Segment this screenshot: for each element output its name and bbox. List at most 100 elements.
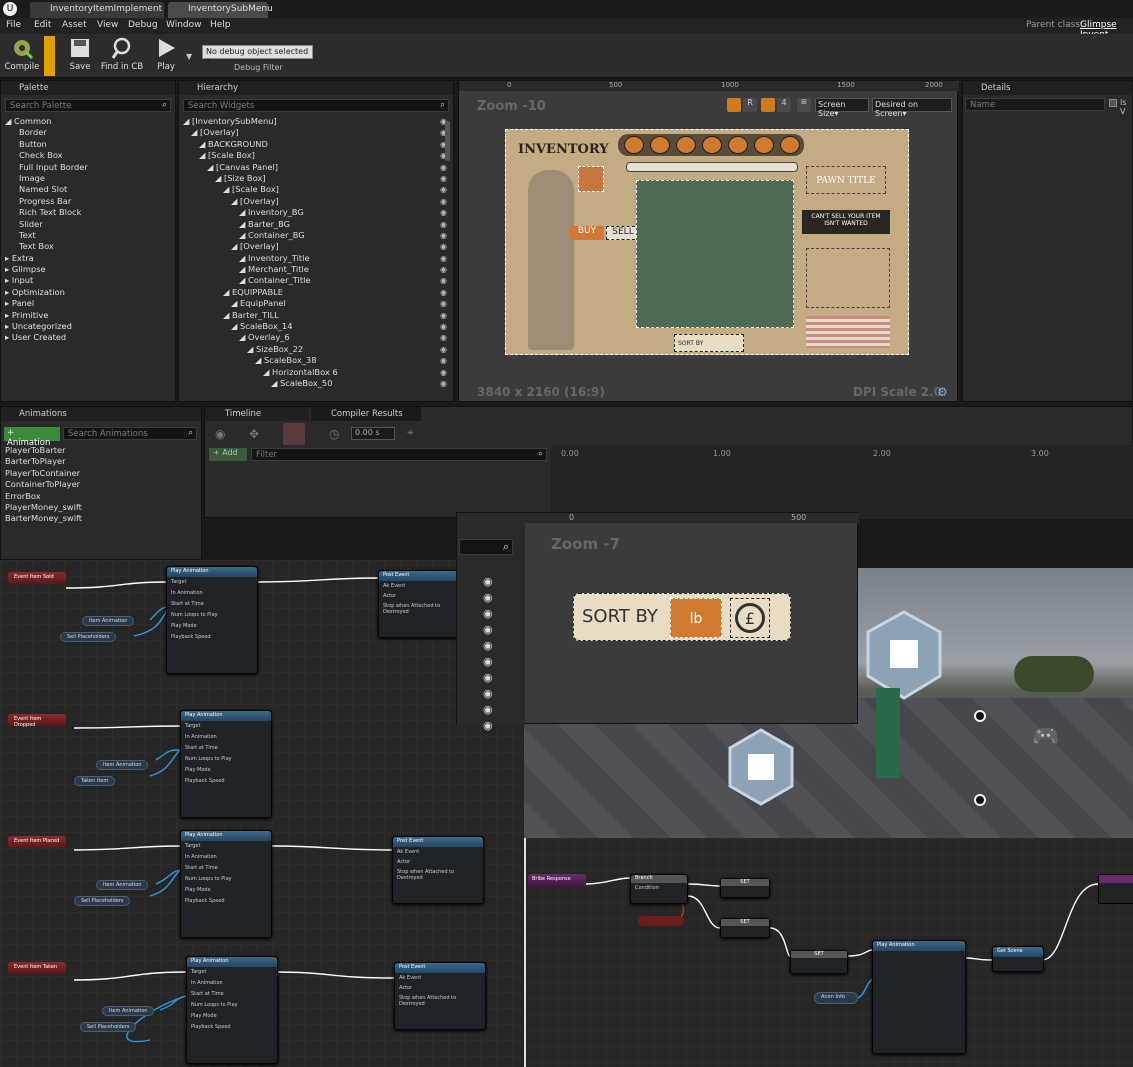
time-input[interactable]: 0.00 s: [351, 427, 395, 440]
palette-item[interactable]: Text: [5, 230, 175, 241]
snap-icon[interactable]: ⌖: [407, 425, 414, 440]
node-pin-actor[interactable]: Actor: [393, 857, 483, 867]
compile-options-dropdown[interactable]: [44, 36, 55, 76]
hierarchy-item[interactable]: ◢ [Overlay] ◉: [183, 196, 453, 207]
node-pin-stop[interactable]: Stop when Attached to Destroyed: [393, 867, 483, 883]
visibility-eye-icon[interactable]: ◉: [483, 575, 493, 588]
sort-by-bar[interactable]: SORT BY: [674, 334, 744, 352]
timeline-filter-input[interactable]: Filter ⌕: [251, 448, 547, 461]
palette-category[interactable]: ▸ User Created: [5, 332, 175, 343]
visibility-eye-icon[interactable]: ◉: [440, 332, 447, 343]
event-node[interactable]: Event Item Placed: [8, 836, 66, 848]
visibility-eye-icon[interactable]: ◉: [440, 253, 447, 264]
event-graph-right[interactable]: Bribe Response Branch Condition SET SET …: [524, 838, 1133, 1067]
animation-item[interactable]: PlayerMoney_swift: [5, 502, 82, 513]
equip-slot[interactable]: [754, 136, 774, 154]
hierarchy-item[interactable]: ◢ Inventory_BG ◉: [183, 207, 453, 218]
menu-asset[interactable]: Asset: [62, 20, 87, 30]
event-node[interactable]: Event Item Sold: [8, 572, 66, 584]
menu-window[interactable]: Window: [166, 20, 202, 30]
right-play-animation-node[interactable]: Play Animation: [872, 940, 966, 1054]
visibility-eye-icon[interactable]: ◉: [440, 367, 447, 378]
animation-item[interactable]: PlayerToContainer: [5, 468, 82, 479]
event-node[interactable]: Event Item Dropped: [8, 714, 66, 728]
buy-button[interactable]: BUY: [570, 226, 604, 240]
set-node-3[interactable]: SET: [790, 950, 848, 974]
equip-slot[interactable]: [624, 136, 644, 154]
condition-pin[interactable]: Condition: [631, 883, 687, 893]
animation-item[interactable]: ContainerToPlayer: [5, 479, 82, 490]
sort-by-weight-button[interactable]: lb: [670, 598, 722, 638]
clock-icon[interactable]: ◷: [329, 427, 339, 441]
inventory-slot-1[interactable]: [578, 166, 604, 192]
play-animation-node[interactable]: Play Animation Target In Animation Start at…: [180, 710, 272, 818]
inset-sort-by-bar[interactable]: SORT BY lb £: [573, 593, 791, 641]
visibility-eye-icon[interactable]: ◉: [483, 607, 493, 620]
debug-object-select[interactable]: No debug object selected ▾: [202, 45, 313, 65]
play-animation-node[interactable]: Play Animation Target In Animation Start at…: [180, 830, 272, 938]
anim-info-node[interactable]: Anim Info: [814, 992, 858, 1004]
tab-inventory-item-implement[interactable]: InventoryItemImplement: [30, 2, 164, 18]
play-options-chevron-icon[interactable]: ▼: [186, 52, 192, 61]
hierarchy-item[interactable]: ◢ Overlay_6 ◉: [183, 332, 453, 343]
palette-category[interactable]: ▸ Uncategorized: [5, 321, 175, 332]
visibility-eye-icon[interactable]: ◉: [483, 623, 493, 636]
placeholder-getter[interactable]: Sell Placeholders: [60, 632, 117, 642]
palette-item[interactable]: Button: [5, 139, 175, 150]
placeholder-getter[interactable]: Taken Item: [74, 776, 116, 786]
node-pin-actor[interactable]: Actor: [395, 983, 485, 993]
layout-toggle-icon[interactable]: [727, 98, 741, 112]
compiler-results-tab[interactable]: Compiler Results: [311, 407, 421, 421]
zoom-inset-viewport[interactable]: ⌕ ◉ ◉ ◉ ◉ ◉ ◉ ◉ ◉ ◉ ◉ 0 500 Zoom -7 SORT BY lb £: [456, 512, 859, 732]
play-button[interactable]: Play: [146, 36, 186, 76]
visibility-eye-icon[interactable]: ◉: [440, 230, 447, 241]
hierarchy-item[interactable]: ◢ HorizontalBox 6 ◉: [183, 367, 453, 378]
hierarchy-item[interactable]: ◢ Container_Title ◉: [183, 275, 453, 286]
add-animation-button[interactable]: + Animation: [4, 427, 60, 448]
animation-item[interactable]: ErrorBox: [5, 491, 82, 502]
visibility-eye-icon[interactable]: ◉: [440, 344, 447, 355]
hierarchy-item[interactable]: ◢ [Size Box] ◉: [183, 173, 453, 184]
compile-button[interactable]: Compile: [2, 36, 42, 76]
is-variable-checkbox[interactable]: [1109, 99, 1117, 107]
node-pin-in_anim[interactable]: In Animation: [167, 588, 257, 599]
placeholder-getter[interactable]: Sell Placeholders: [74, 896, 131, 906]
find-in-cb-button[interactable]: Find in CB: [100, 36, 144, 76]
menu-edit[interactable]: Edit: [34, 20, 51, 30]
menu-debug[interactable]: Debug: [128, 20, 158, 30]
visibility-eye-icon[interactable]: ◉: [440, 219, 447, 230]
palette-item[interactable]: Rich Text Block: [5, 207, 175, 218]
node-pin-speed[interactable]: Playback Speed: [167, 632, 257, 643]
visibility-eye-icon[interactable]: ◉: [440, 184, 447, 195]
timeline-tab[interactable]: Timeline: [205, 407, 309, 421]
screen-size-dropdown[interactable]: Screen Size▾: [815, 98, 869, 118]
palette-item[interactable]: Full Input Border: [5, 162, 175, 173]
inventory-title-text[interactable]: INVENTORY: [518, 142, 609, 157]
node-pin-speed[interactable]: Playback Speed: [181, 776, 271, 787]
hierarchy-item[interactable]: ◢ ScaleBox_38 ◉: [183, 355, 453, 366]
node-pin-speed[interactable]: Playback Speed: [181, 896, 271, 907]
node-pin-target[interactable]: Target: [181, 841, 271, 852]
visibility-eye-icon[interactable]: ◉: [483, 591, 493, 604]
palette-item[interactable]: Text Box: [5, 241, 175, 252]
animation-item[interactable]: PlayerToBarter: [5, 445, 82, 456]
play-animation-node[interactable]: Play Animation Target In Animation Start at…: [186, 956, 278, 1064]
node-pin-start[interactable]: Start at Time: [181, 863, 271, 874]
key-frame-button[interactable]: [283, 423, 305, 445]
node-pin-ak_event[interactable]: Ak Event: [395, 973, 485, 983]
pawn-title-text[interactable]: PAWN TITLE: [806, 166, 886, 194]
hierarchy-item[interactable]: ◢ Barter_TILL ◉: [183, 310, 453, 321]
equip-slot[interactable]: [780, 136, 800, 154]
container-grid-panel[interactable]: [636, 180, 794, 328]
node-pin-loops[interactable]: Num Loops to Play: [187, 1000, 277, 1011]
visibility-eye-icon[interactable]: ◉: [440, 298, 447, 309]
palette-item[interactable]: Border: [5, 127, 175, 138]
sort-by-value-button[interactable]: £: [730, 598, 770, 638]
visibility-eye-icon[interactable]: ◉: [483, 639, 493, 652]
node-pin-ak_event[interactable]: Ak Event: [393, 847, 483, 857]
equip-slot[interactable]: [676, 136, 696, 154]
node-pin-target[interactable]: Target: [187, 967, 277, 978]
placeholder-getter[interactable]: Sell Placeholders: [80, 1022, 137, 1032]
desired-on-screen-dropdown[interactable]: Desired on Screen▾: [872, 98, 952, 118]
palette-category[interactable]: ▸ Input: [5, 275, 175, 286]
